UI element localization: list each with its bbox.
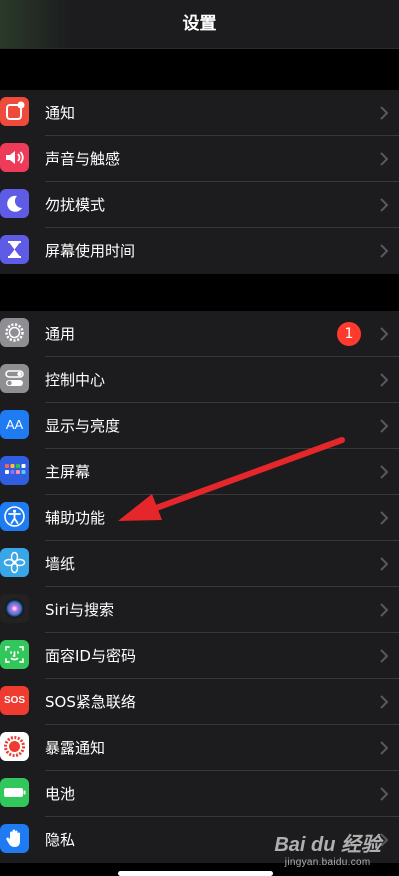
settings-row-accessibility[interactable]: 辅助功能: [0, 495, 399, 541]
hand-icon: [0, 824, 29, 853]
row-label: Siri与搜索: [45, 601, 115, 619]
settings-row-battery[interactable]: 电池: [0, 771, 399, 817]
settings-row-exposure[interactable]: 暴露通知: [0, 725, 399, 771]
watermark: Bai du 经验 jingyan.baidu.com: [274, 828, 381, 868]
chevron-right-icon: [380, 465, 389, 479]
row-label: 屏幕使用时间: [45, 242, 136, 260]
chevron-right-icon: [380, 787, 389, 801]
settings-row-wallpaper[interactable]: 墙纸: [0, 541, 399, 587]
settings-row-dnd[interactable]: 勿扰模式: [0, 182, 399, 228]
chevron-right-icon: [380, 198, 389, 212]
settings-group-2: 通用 1 控制中心 AA 显示与亮度 主屏幕 辅助功能 墙纸 Siri与搜索 面…: [0, 311, 399, 863]
chevron-right-icon: [380, 649, 389, 663]
sos-icon: SOS: [0, 686, 29, 715]
row-label: 暴露通知: [45, 739, 106, 757]
exposure-icon: [0, 732, 29, 761]
settings-row-control-center[interactable]: 控制中心: [0, 357, 399, 403]
row-label: 隐私: [45, 831, 76, 849]
row-label: 通知: [45, 104, 76, 122]
chevron-right-icon: [380, 419, 389, 433]
chevron-right-icon: [380, 244, 389, 258]
row-label: 勿扰模式: [45, 196, 106, 214]
text-size-icon: AA: [0, 410, 29, 439]
chevron-right-icon: [380, 695, 389, 709]
chevron-right-icon: [380, 557, 389, 571]
battery-icon: [0, 778, 29, 807]
row-label: 辅助功能: [45, 509, 106, 527]
home-indicator: [118, 871, 273, 876]
watermark-brand: Bai du 经验: [274, 834, 381, 856]
watermark-url: jingyan.baidu.com: [284, 857, 371, 868]
settings-row-siri[interactable]: Siri与搜索: [0, 587, 399, 633]
chevron-right-icon: [380, 741, 389, 755]
settings-row-general[interactable]: 通用 1: [0, 311, 399, 357]
gear-icon: [0, 318, 29, 347]
moon-icon: [0, 189, 29, 218]
row-label: 显示与亮度: [45, 417, 121, 435]
home-grid-icon: [0, 456, 29, 485]
settings-row-face-id[interactable]: 面容ID与密码: [0, 633, 399, 679]
speaker-icon: [0, 143, 29, 172]
page-title: 设置: [182, 14, 217, 34]
settings-row-display[interactable]: AA 显示与亮度: [0, 403, 399, 449]
chevron-right-icon: [380, 511, 389, 525]
row-label: 电池: [45, 785, 76, 803]
chevron-right-icon: [380, 603, 389, 617]
row-label: 声音与触感: [45, 150, 121, 168]
row-label: 通用: [45, 325, 76, 343]
settings-row-sounds[interactable]: 声音与触感: [0, 136, 399, 182]
siri-icon: [0, 594, 29, 623]
face-id-icon: [0, 640, 29, 669]
row-label: 墙纸: [45, 555, 76, 573]
chevron-right-icon: [380, 152, 389, 166]
accessibility-icon: [0, 502, 29, 531]
row-label: 主屏幕: [45, 463, 91, 481]
hourglass-icon: [0, 235, 29, 264]
notifications-icon: [0, 97, 29, 126]
chevron-right-icon: [380, 327, 389, 341]
row-label: 控制中心: [45, 371, 106, 389]
settings-group-1: 通知 声音与触感 勿扰模式 屏幕使用时间: [0, 90, 399, 274]
settings-row-home-screen[interactable]: 主屏幕: [0, 449, 399, 495]
row-label: SOS紧急联络: [45, 693, 136, 711]
icon-glyph: SOS: [3, 695, 26, 706]
nav-bar: 设置: [0, 0, 399, 49]
settings-row-screen-time[interactable]: 屏幕使用时间: [0, 228, 399, 274]
notification-badge: 1: [337, 322, 361, 346]
toggles-icon: [0, 364, 29, 393]
chevron-right-icon: [380, 106, 389, 120]
settings-row-notifications[interactable]: 通知: [0, 90, 399, 136]
chevron-right-icon: [380, 373, 389, 387]
icon-glyph: AA: [5, 417, 24, 432]
settings-row-sos[interactable]: SOS SOS紧急联络: [0, 679, 399, 725]
row-label: 面容ID与密码: [45, 647, 136, 665]
flower-icon: [0, 548, 29, 577]
